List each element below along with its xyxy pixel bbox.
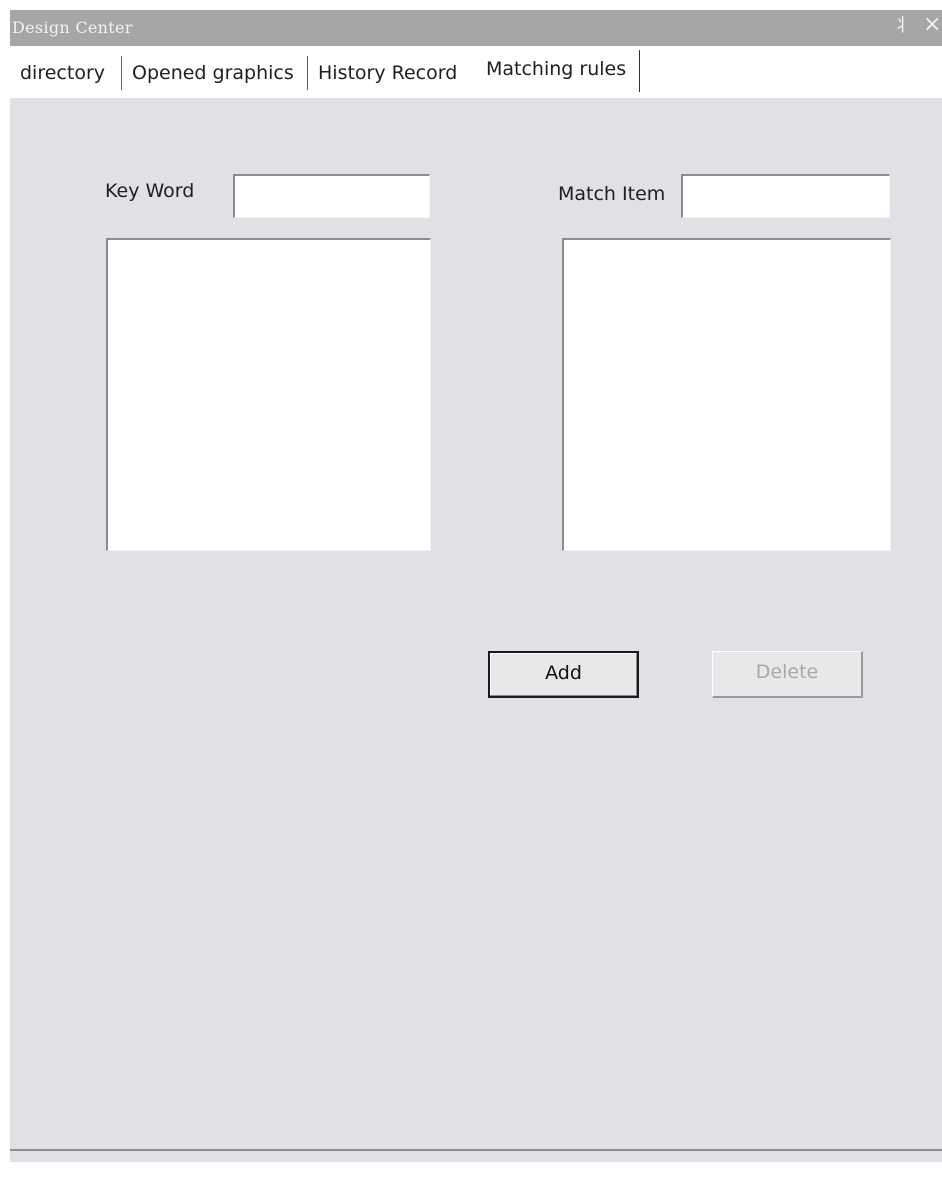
- title-bar[interactable]: Design Center 丬 ×: [10, 10, 942, 46]
- match-item-input[interactable]: [681, 174, 890, 218]
- tab-directory[interactable]: directory: [20, 54, 105, 94]
- tab-matching-rules[interactable]: Matching rules: [476, 50, 637, 90]
- window-title: Design Center: [12, 18, 133, 37]
- tab-history-record[interactable]: History Record: [318, 54, 457, 94]
- tab-separator: [121, 56, 122, 90]
- pin-icon[interactable]: 丬: [893, 16, 911, 36]
- close-icon[interactable]: ×: [923, 14, 941, 36]
- design-center-window: Design Center 丬 × directory Opened graph…: [10, 10, 942, 1162]
- tab-opened-graphics[interactable]: Opened graphics: [132, 54, 294, 94]
- keyword-label: Key Word: [105, 180, 195, 202]
- tab-separator: [307, 56, 308, 90]
- tab-strip: directory Opened graphics History Record…: [10, 46, 942, 98]
- add-button[interactable]: Add: [488, 651, 639, 698]
- delete-button[interactable]: Delete: [712, 651, 863, 698]
- match-item-label: Match Item: [558, 183, 666, 205]
- tab-separator: [639, 50, 640, 92]
- status-bar-divider: [10, 1149, 942, 1151]
- keyword-input[interactable]: [233, 174, 430, 218]
- match-item-list[interactable]: [562, 238, 891, 551]
- keyword-list[interactable]: [106, 238, 431, 551]
